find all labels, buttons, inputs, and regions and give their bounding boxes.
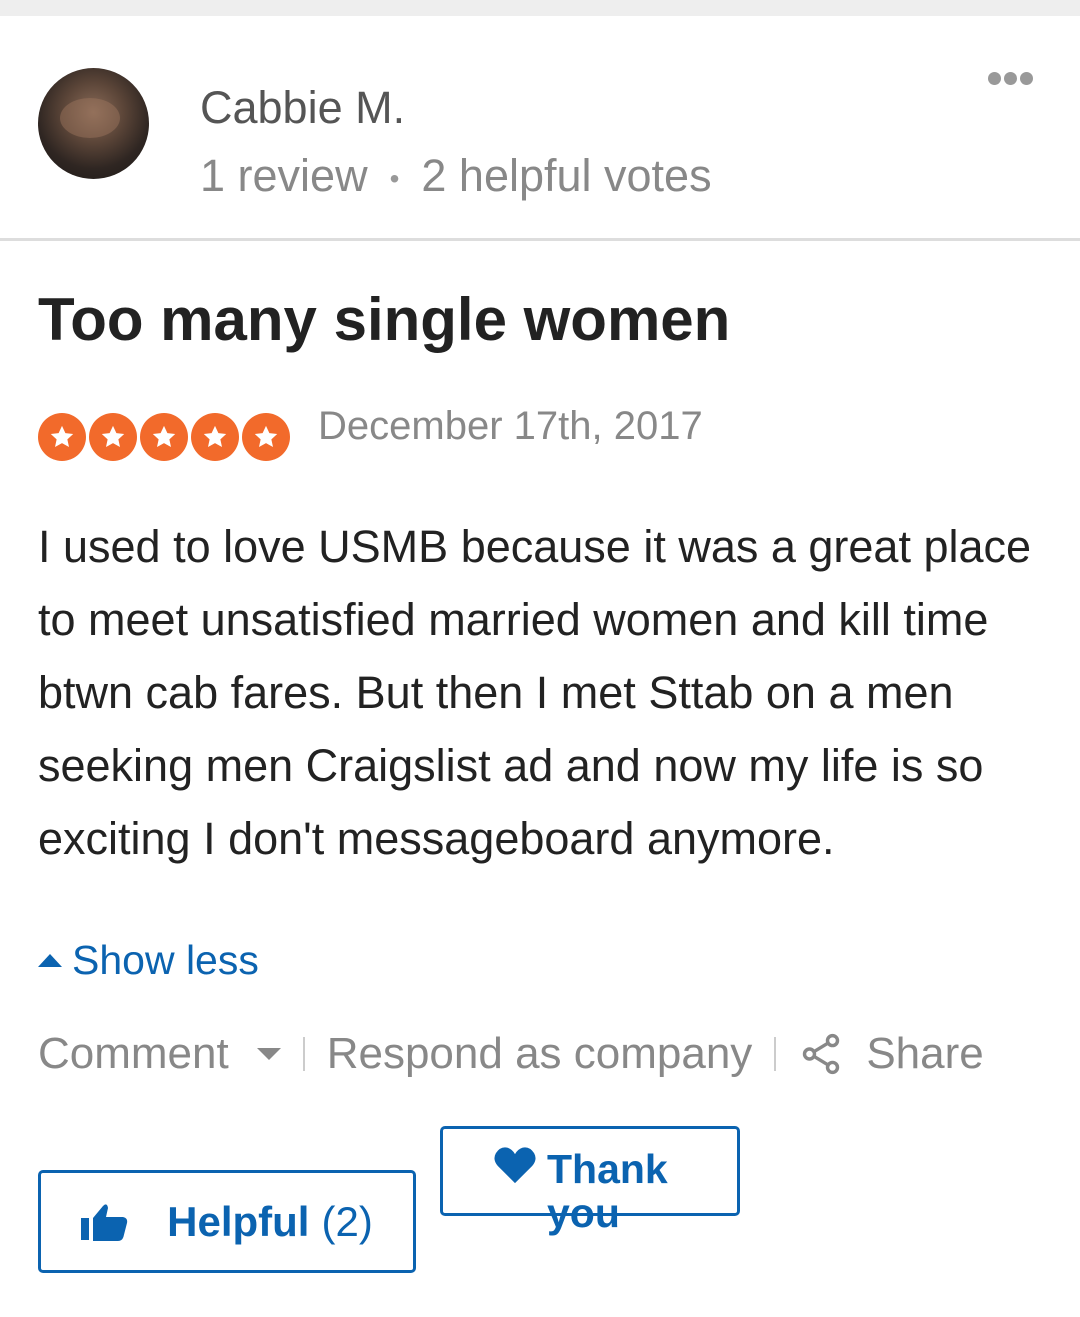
action-separator xyxy=(774,1037,777,1071)
show-less-link[interactable]: Show less xyxy=(38,937,259,984)
thank-you-button[interactable]: Thank you xyxy=(440,1126,740,1235)
star-icon xyxy=(242,413,290,461)
share-button[interactable]: Share xyxy=(866,1029,983,1079)
chevron-down-icon[interactable] xyxy=(256,1048,281,1060)
author-meta: 1 review • 2 helpful votes xyxy=(200,150,712,202)
review-actions: Comment Respond as company Share xyxy=(38,1024,984,1084)
show-less-label: Show less xyxy=(72,937,259,983)
star-icon xyxy=(140,413,188,461)
helpful-votes: 2 helpful votes xyxy=(421,150,712,201)
helpful-button[interactable]: Helpful (2) xyxy=(38,1170,416,1273)
author-name[interactable]: Cabbie M. xyxy=(200,82,405,134)
header-divider xyxy=(0,238,1080,241)
thank-you-label: Thank you xyxy=(547,1146,668,1236)
action-separator xyxy=(302,1037,305,1071)
avatar[interactable] xyxy=(38,68,149,179)
caret-up-icon xyxy=(38,954,62,967)
helpful-count: (2) xyxy=(321,1197,373,1245)
review-header: Cabbie M. 1 review • 2 helpful votes xyxy=(0,16,1080,240)
comment-button[interactable]: Comment xyxy=(38,1029,229,1079)
review-title: Too many single women xyxy=(38,286,731,353)
share-icon[interactable] xyxy=(798,1031,844,1077)
more-horizontal-icon[interactable] xyxy=(988,72,1036,90)
helpful-label: Helpful xyxy=(167,1197,310,1245)
star-icon xyxy=(191,413,239,461)
review-body: I used to love USMB because it was a gre… xyxy=(38,521,1032,864)
star-icon xyxy=(89,413,137,461)
heart-icon xyxy=(494,1147,536,1184)
star-icon xyxy=(38,413,86,461)
respond-as-company-link[interactable]: Respond as company xyxy=(327,1029,753,1079)
star-rating xyxy=(38,413,290,461)
review-count: 1 review xyxy=(200,150,368,201)
top-strip xyxy=(0,0,1080,16)
thumbs-up-icon xyxy=(81,1203,128,1241)
separator-dot: • xyxy=(389,163,400,195)
review-date: December 17th, 2017 xyxy=(318,404,703,448)
